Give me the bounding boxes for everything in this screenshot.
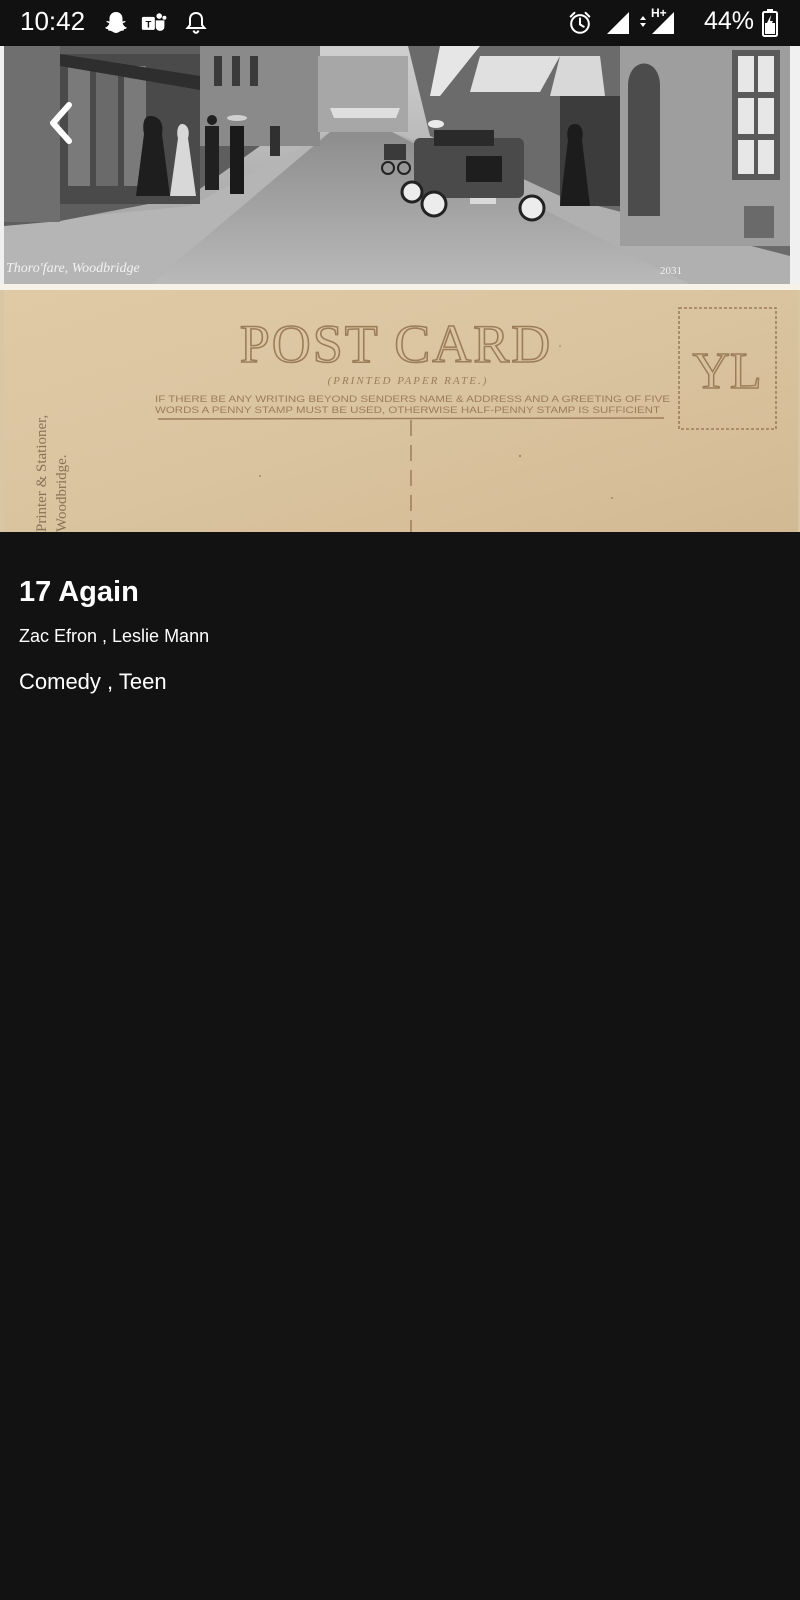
battery-charging-icon [762, 9, 778, 37]
status-time: 10:42 [20, 6, 86, 36]
postcard-note-line-2: WORDS A PENNY STAMP MUST BE USED, OTHERW… [155, 405, 661, 415]
movie-genres: Comedy , Teen [19, 669, 167, 694]
teams-icon: T [141, 13, 167, 31]
movie-cast: Zac Efron , Leslie Mann [19, 626, 210, 646]
postcard-photo-number: 2031 [660, 265, 682, 277]
postcard-caption: Thoro'fare, Woodbridge [6, 261, 140, 276]
postcard-publisher-line-1: Printer & Stationer, [34, 415, 50, 532]
movie-details: 17 Again Zac Efron , Leslie Mann Comedy … [19, 572, 779, 696]
status-bar: 10:42 T H+ 44% [0, 0, 800, 46]
back-button[interactable] [36, 96, 90, 150]
postcard-note-line-1: IF THERE BE ANY WRITING BEYOND SENDERS N… [155, 394, 670, 404]
network-type-label: H+ [651, 6, 667, 20]
movie-title: 17 Again [19, 576, 139, 608]
postcard-stamp-monogram: YL [692, 343, 761, 400]
postcard-heading: POST CARD [240, 314, 553, 374]
bell-off-icon [185, 11, 207, 34]
snapchat-icon [105, 12, 127, 33]
svg-text:T: T [145, 19, 151, 30]
postcard-illustration: Thoro'fare, Woodbridge 2031 Printer & St… [0, 46, 800, 532]
chevron-left-icon [50, 102, 72, 144]
alarm-icon [569, 11, 591, 34]
postcard-publisher-line-2: Woodbridge. [54, 454, 70, 532]
battery-percent: 44% [704, 7, 755, 35]
signal-icon [607, 12, 629, 34]
postcard-rate: (PRINTED PAPER RATE.) [328, 375, 489, 387]
movie-poster-image: Thoro'fare, Woodbridge 2031 Printer & St… [0, 46, 800, 532]
